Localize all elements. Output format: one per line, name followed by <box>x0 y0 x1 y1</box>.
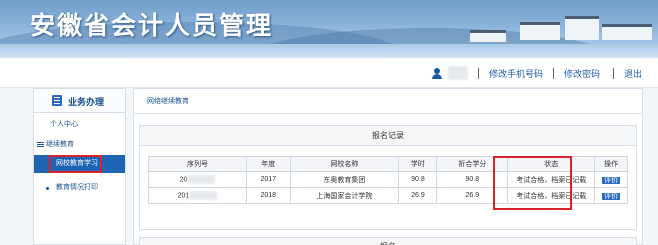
bullet-icon <box>46 187 49 190</box>
banner-house <box>602 24 652 40</box>
school-cell: 上海国家会计学院 <box>289 187 400 204</box>
sidebar-item-personal-center[interactable]: 个人中心 <box>34 116 125 134</box>
column-header: 操作 <box>594 156 628 172</box>
hours-cell: 26.9 <box>398 187 438 204</box>
sidebar-header: 业务办理 <box>34 89 125 113</box>
year-cell: 2017 <box>245 171 291 188</box>
user-toolbar: 修改手机号码 修改密码 退出 <box>0 58 658 88</box>
sidebar-item-continuing-education[interactable]: 继续教育 <box>34 136 125 154</box>
divider <box>478 68 479 79</box>
change-phone-link[interactable]: 修改手机号码 <box>489 67 543 80</box>
banner-house <box>470 30 506 42</box>
username-redacted <box>448 66 468 80</box>
logout-link[interactable]: 退出 <box>624 67 642 80</box>
serial-cell: 20 <box>148 171 247 188</box>
serial-redacted <box>187 175 216 184</box>
divider <box>134 113 642 114</box>
action-cell: 评价 <box>594 171 628 188</box>
banner-house <box>520 22 560 40</box>
column-header: 网校名称 <box>289 156 400 172</box>
sidebar-title: 业务办理 <box>68 97 105 107</box>
list-icon <box>37 142 44 148</box>
evaluate-button[interactable]: 评价 <box>602 176 621 184</box>
divider <box>553 68 554 79</box>
next-card: 报名 <box>139 237 637 245</box>
serial-cell: 201 <box>148 187 247 204</box>
user-icon <box>432 68 442 79</box>
header-banner: 安徽省会计人员管理 <box>0 0 658 58</box>
highlight-box <box>493 156 572 210</box>
sidebar-item-label: 个人中心 <box>50 121 78 128</box>
sidebar-item-label: 继续教育 <box>46 141 74 148</box>
column-header: 年度 <box>245 156 291 172</box>
hours-cell: 90.8 <box>398 171 438 188</box>
clipboard-icon <box>52 95 62 106</box>
divider <box>613 68 614 79</box>
site-title: 安徽省会计人员管理 <box>30 11 274 40</box>
year-cell: 2018 <box>245 187 291 204</box>
sidebar-item-label: 教育情况打印 <box>56 184 98 191</box>
school-cell: 东奥教育集团 <box>289 171 400 188</box>
column-header: 学时 <box>398 156 438 172</box>
banner-house <box>565 16 599 40</box>
card-title: 报名记录 <box>140 126 636 146</box>
column-header: 序列号 <box>148 156 247 172</box>
serial-redacted <box>189 191 218 200</box>
highlight-box <box>49 155 102 173</box>
sidebar-item-education-print[interactable]: 教育情况打印 <box>34 179 125 197</box>
evaluate-button[interactable]: 评价 <box>602 192 621 200</box>
page-title: 网络继续教育 <box>147 98 189 105</box>
action-cell: 评价 <box>594 187 628 204</box>
banner-water <box>0 44 658 58</box>
change-password-link[interactable]: 修改密码 <box>564 67 600 80</box>
